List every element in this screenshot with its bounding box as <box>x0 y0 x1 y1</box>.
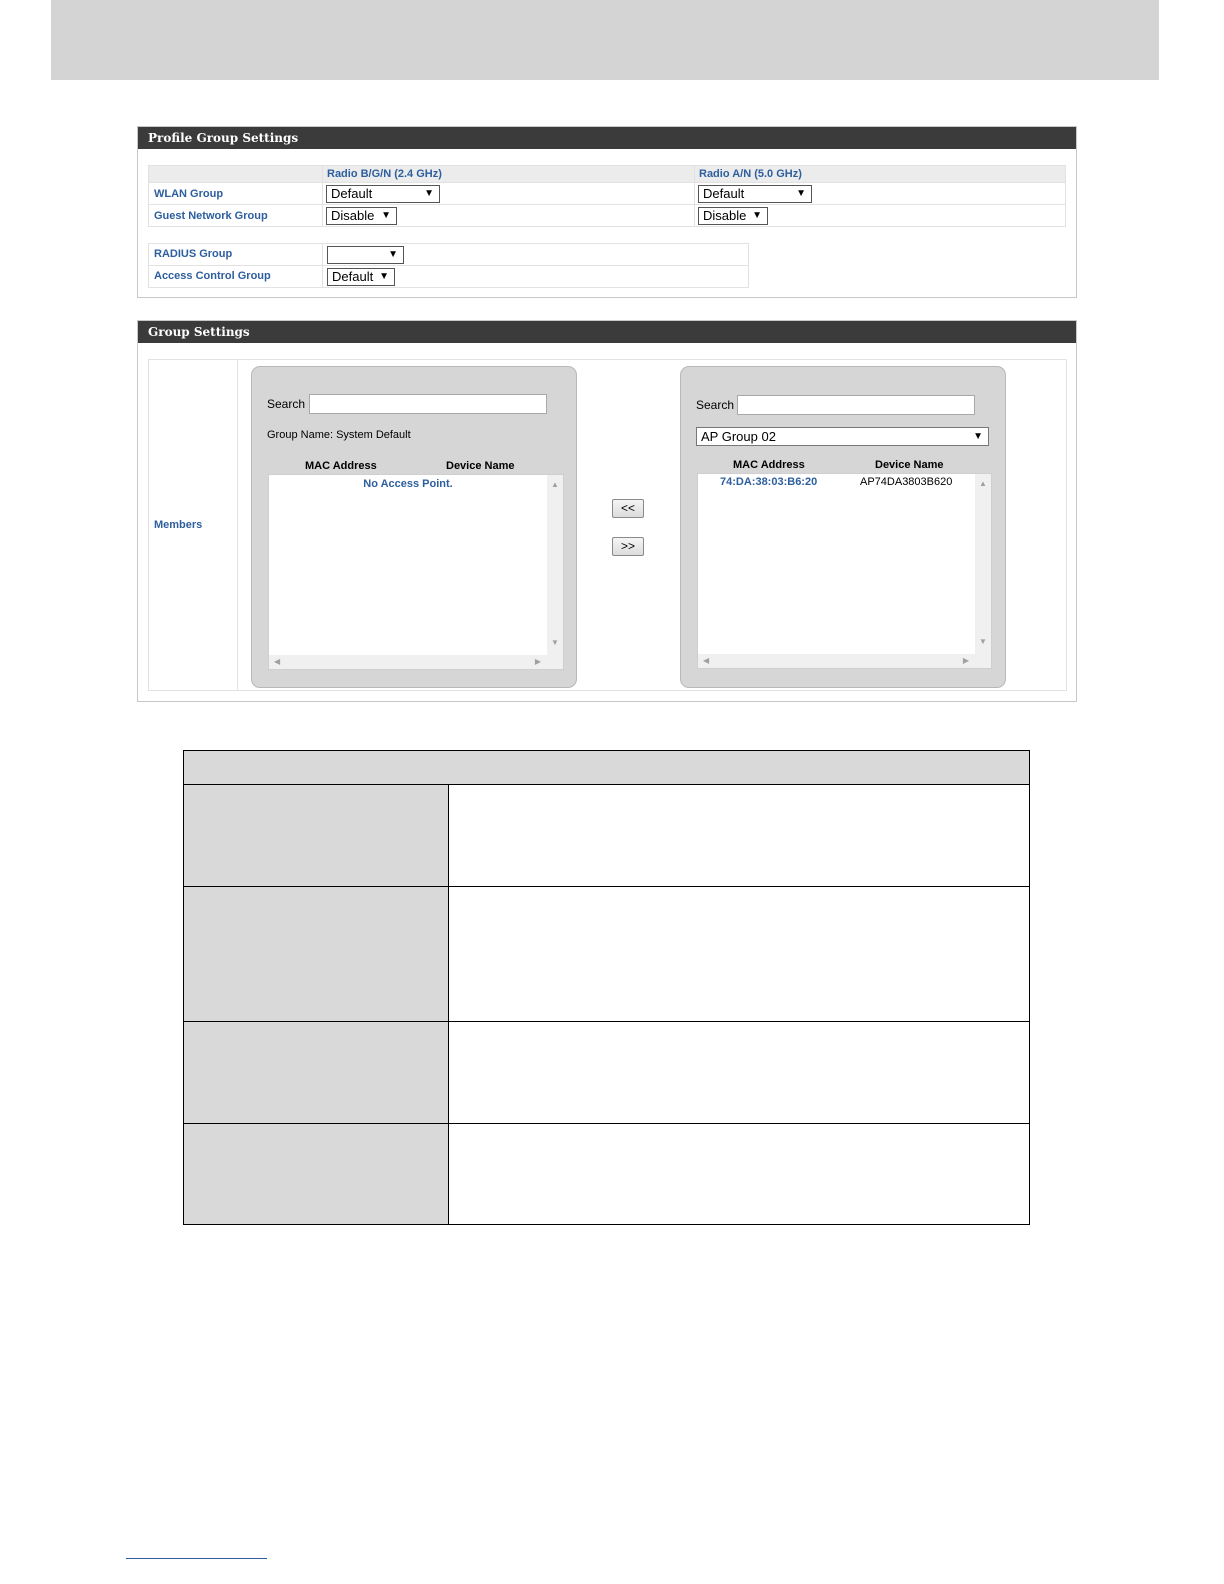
right-search-input[interactable] <box>737 395 975 415</box>
guest-network-group-label: Guest Network Group <box>149 205 323 226</box>
radius-group-label: RADIUS Group <box>149 244 323 265</box>
move-left-button[interactable]: << <box>612 499 644 518</box>
guest-network-group-row: Guest Network Group Disable ▼ Disable ▼ <box>149 204 1065 226</box>
wlan-group-label: WLAN Group <box>149 183 323 204</box>
radius-group-select[interactable]: ▼ <box>327 246 404 264</box>
wlan-group-row: WLAN Group Default ▼ Default ▼ <box>149 182 1065 204</box>
chevron-down-icon: ▼ <box>752 210 762 221</box>
guest-network-bgn-select[interactable]: Disable ▼ <box>326 207 397 225</box>
right-ap-list[interactable]: 74:DA:38:03:B6:20 AP74DA3803B620 ▲ ▼ ◀ ▶ <box>697 473 992 669</box>
move-right-button[interactable]: >> <box>612 537 644 556</box>
chevron-down-icon: ▼ <box>973 431 983 442</box>
radius-group-row: RADIUS Group ▼ <box>149 244 748 265</box>
description-row <box>184 1022 1029 1124</box>
scroll-right-icon[interactable]: ▶ <box>535 658 541 666</box>
left-ap-list[interactable]: No Access Point. ▲ ▼ ◀ ▶ <box>268 474 564 670</box>
access-control-group-label: Access Control Group <box>149 266 323 287</box>
ap-mac-address: 74:DA:38:03:B6:20 <box>720 476 818 488</box>
group-ap-box: Search AP Group 02 ▼ MAC Address Device … <box>680 366 1006 688</box>
wlan-group-bgn-select[interactable]: Default ▼ <box>326 185 440 203</box>
chevron-down-icon: ▼ <box>381 210 391 221</box>
profile-group-settings-title: Profile Group Settings <box>138 127 1076 149</box>
wlan-group-an-select[interactable]: Default ▼ <box>698 185 812 203</box>
guest-network-an-select[interactable]: Disable ▼ <box>698 207 768 225</box>
scroll-right-icon[interactable]: ▶ <box>963 657 969 665</box>
left-search-label: Search <box>267 397 306 411</box>
left-col-mac-header: MAC Address <box>305 460 377 472</box>
group-settings-panel: Group Settings Members Search Group Name… <box>137 320 1077 702</box>
group-settings-title: Group Settings <box>138 321 1076 343</box>
scroll-up-icon[interactable]: ▲ <box>979 480 987 488</box>
right-col-device-header: Device Name <box>875 459 944 471</box>
right-search-label: Search <box>696 398 735 412</box>
footer-divider <box>126 1558 267 1559</box>
description-table-header <box>184 751 1029 785</box>
right-col-mac-header: MAC Address <box>733 459 805 471</box>
chevron-down-icon: ▼ <box>379 271 389 282</box>
page-header-band <box>51 0 1159 80</box>
group-settings-frame: Members Search Group Name: System Defaul… <box>148 359 1067 691</box>
column-header-bgn: Radio B/G/N (2.4 GHz) <box>323 166 695 182</box>
scroll-left-icon[interactable]: ◀ <box>274 658 280 666</box>
profile-group-table-2: RADIUS Group ▼ Access Control Group Defa… <box>148 243 749 288</box>
chevron-down-icon: ▼ <box>388 249 398 260</box>
chevron-down-icon: ▼ <box>796 188 806 199</box>
scroll-down-icon[interactable]: ▼ <box>551 639 559 647</box>
scroll-up-icon[interactable]: ▲ <box>551 481 559 489</box>
description-row <box>184 785 1029 887</box>
right-list-vertical-scrollbar[interactable]: ▲ ▼ <box>975 474 991 654</box>
no-access-point-message: No Access Point. <box>363 478 453 490</box>
scroll-down-icon[interactable]: ▼ <box>979 638 987 646</box>
right-list-horizontal-scrollbar[interactable]: ◀ ▶ <box>698 654 991 668</box>
group-name-text: Group Name: System Default <box>267 429 411 441</box>
ap-group-select[interactable]: AP Group 02 ▼ <box>696 427 989 446</box>
description-row <box>184 887 1029 1022</box>
profile-group-settings-panel: Profile Group Settings Radio B/G/N (2.4 … <box>137 126 1077 298</box>
available-ap-box: Search Group Name: System Default MAC Ad… <box>251 366 577 688</box>
left-list-vertical-scrollbar[interactable]: ▲ ▼ <box>547 475 563 655</box>
left-list-horizontal-scrollbar[interactable]: ◀ ▶ <box>269 655 563 669</box>
description-row <box>184 1124 1029 1224</box>
access-control-group-row: Access Control Group Default ▼ <box>149 265 748 287</box>
table-row[interactable]: 74:DA:38:03:B6:20 AP74DA3803B620 <box>698 476 975 490</box>
left-search-input[interactable] <box>309 394 547 414</box>
description-table <box>183 750 1030 1225</box>
ap-device-name: AP74DA3803B620 <box>860 476 953 488</box>
chevron-down-icon: ▼ <box>424 188 434 199</box>
profile-group-table: Radio B/G/N (2.4 GHz) Radio A/N (5.0 GHz… <box>148 165 1066 227</box>
left-col-device-header: Device Name <box>446 460 515 472</box>
access-control-group-select[interactable]: Default ▼ <box>327 268 395 286</box>
members-label: Members <box>154 519 203 531</box>
profile-group-header-row: Radio B/G/N (2.4 GHz) Radio A/N (5.0 GHz… <box>149 166 1065 182</box>
scroll-left-icon[interactable]: ◀ <box>703 657 709 665</box>
column-header-an: Radio A/N (5.0 GHz) <box>699 168 802 180</box>
